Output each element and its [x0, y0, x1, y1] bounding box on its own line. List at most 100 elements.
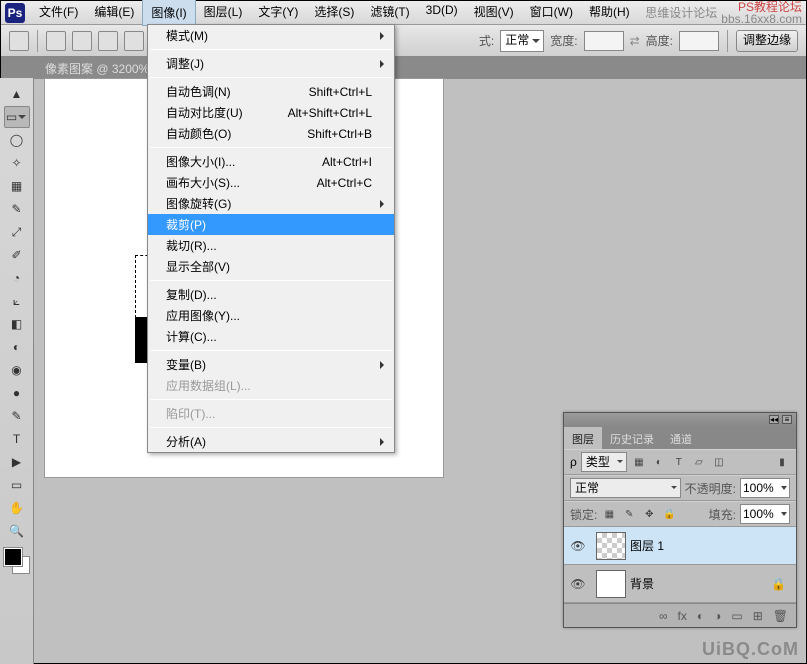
panel-menu-icon[interactable]: ≡ [782, 415, 792, 424]
menu-滤镜[interactable]: 滤镜(T) [362, 0, 417, 26]
menu-3D[interactable]: 3D(D) [418, 0, 466, 26]
panel-foot-button[interactable]: ◑ [714, 609, 721, 623]
tool-8[interactable]: ◔ [4, 267, 30, 289]
menu-选择[interactable]: 选择(S) [306, 0, 362, 26]
fill-input[interactable]: 100% [740, 504, 790, 524]
menu-item[interactable]: 图像大小(I)...Alt+Ctrl+I [148, 151, 394, 172]
tool-12[interactable]: ◉ [4, 359, 30, 381]
style-select[interactable]: 正常 [500, 30, 544, 52]
image-menu-dropdown: 模式(M) 调整(J) 自动色调(N)Shift+Ctrl+L自动对比度(U)Alt… [147, 24, 395, 453]
menu-item: 应用数据组(L)... [148, 375, 394, 396]
tool-7[interactable]: ✐ [4, 244, 30, 266]
lock-trans-icon[interactable]: ▦ [601, 507, 617, 521]
tool-2[interactable]: ◯ [4, 129, 30, 151]
filter-smart-icon[interactable]: ◫ [711, 455, 727, 469]
layer-thumbnail[interactable] [596, 532, 626, 560]
menu-item[interactable]: 变量(B) [148, 354, 394, 375]
menu-item[interactable]: 画布大小(S)...Alt+Ctrl+C [148, 172, 394, 193]
add-selection-icon[interactable] [72, 31, 92, 51]
menu-编辑[interactable]: 编辑(E) [86, 0, 142, 26]
menu-item[interactable]: 调整(J) [148, 53, 394, 74]
menu-item[interactable]: 复制(D)... [148, 284, 394, 305]
menu-item[interactable]: 显示全部(V) [148, 256, 394, 277]
menu-item[interactable]: 计算(C)... [148, 326, 394, 347]
panel-foot-button[interactable]: 🗑 [773, 609, 788, 623]
filter-adjust-icon[interactable]: ◐ [651, 455, 667, 469]
layers-panel: ◂◂ ≡ 图层历史记录通道 ρ 类型 ▦ ◐ T ▱ ◫ ▮ 正常 不透明度: … [563, 412, 797, 628]
menu-item[interactable]: 自动色调(N)Shift+Ctrl+L [148, 81, 394, 102]
tool-13[interactable]: ● [4, 382, 30, 404]
lock-all-icon[interactable]: 🔒 [661, 507, 677, 521]
options-bar: 式: 正常 宽度: ⇄ 高度: 调整边缘 [1, 25, 806, 57]
menu-窗口[interactable]: 窗口(W) [522, 0, 581, 26]
filter-pixel-icon[interactable]: ▦ [631, 455, 647, 469]
subtract-selection-icon[interactable] [98, 31, 118, 51]
filter-shape-icon[interactable]: ▱ [691, 455, 707, 469]
tool-17[interactable]: ▭ [4, 474, 30, 496]
layer-filter-row: ρ 类型 ▦ ◐ T ▱ ◫ ▮ [564, 449, 796, 475]
tool-0[interactable]: ▲ [4, 83, 30, 105]
opacity-input[interactable]: 100% [740, 478, 790, 498]
layer-row[interactable]: 👁背景🔒 [564, 565, 796, 603]
menu-item[interactable]: 自动颜色(O)Shift+Ctrl+B [148, 123, 394, 144]
filter-kind-select[interactable]: 类型 [581, 452, 627, 472]
tool-4[interactable]: ▦ [4, 175, 30, 197]
tool-5[interactable]: ✎ [4, 198, 30, 220]
panel-header: ◂◂ ≡ [564, 413, 796, 427]
layer-name: 图层 1 [630, 537, 664, 554]
tool-1[interactable]: ▭ [4, 106, 30, 128]
panel-foot-button[interactable]: ◐ [697, 609, 704, 623]
tool-6[interactable]: ⤢ [4, 221, 30, 243]
menu-图层[interactable]: 图层(L) [196, 0, 251, 26]
document-tab[interactable]: 像素图案 @ 3200% [45, 60, 149, 77]
layer-thumbnail[interactable] [596, 570, 626, 598]
menu-item[interactable]: 模式(M) [148, 25, 394, 46]
panel-foot-button[interactable]: fx [678, 609, 687, 623]
menu-文件[interactable]: 文件(F) [31, 0, 86, 26]
panel-collapse-icon[interactable]: ◂◂ [769, 415, 779, 424]
menu-图像[interactable]: 图像(I) [142, 0, 195, 26]
marquee-preset-icon[interactable] [9, 31, 29, 51]
menu-视图[interactable]: 视图(V) [466, 0, 522, 26]
menu-item[interactable]: 自动对比度(U)Alt+Shift+Ctrl+L [148, 102, 394, 123]
panel-tab[interactable]: 图层 [564, 427, 602, 449]
tool-10[interactable]: ◧ [4, 313, 30, 335]
layer-name: 背景 [630, 575, 654, 592]
visibility-icon[interactable]: 👁 [564, 539, 592, 553]
tool-18[interactable]: ✋ [4, 497, 30, 519]
menu-item[interactable]: 图像旋转(G) [148, 193, 394, 214]
menu-item[interactable]: 应用图像(Y)... [148, 305, 394, 326]
width-input[interactable] [584, 31, 624, 51]
tool-19[interactable]: 🔍 [4, 520, 30, 542]
menu-item[interactable]: 裁剪(P) [148, 214, 394, 235]
menu-item[interactable]: 分析(A) [148, 431, 394, 452]
filter-toggle[interactable]: ▮ [774, 455, 790, 469]
color-swatch[interactable] [4, 548, 30, 574]
tool-3[interactable]: ✧ [4, 152, 30, 174]
intersect-selection-icon[interactable] [124, 31, 144, 51]
tool-14[interactable]: ✎ [4, 405, 30, 427]
tool-9[interactable]: ⟀ [4, 290, 30, 312]
height-input[interactable] [679, 31, 719, 51]
menu-帮助[interactable]: 帮助(H) [581, 0, 638, 26]
tool-11[interactable]: ◐ [4, 336, 30, 358]
tool-16[interactable]: ▶ [4, 451, 30, 473]
new-selection-icon[interactable] [46, 31, 66, 51]
blend-row: 正常 不透明度: 100% [564, 475, 796, 501]
layer-row[interactable]: 👁 图层 1 [564, 527, 796, 565]
lock-move-icon[interactable]: ✥ [641, 507, 657, 521]
filter-text-icon[interactable]: T [671, 455, 687, 469]
refine-edge-button[interactable]: 调整边缘 [736, 30, 798, 52]
visibility-icon[interactable]: 👁 [564, 577, 592, 591]
menu-文字[interactable]: 文字(Y) [250, 0, 306, 26]
blend-mode-select[interactable]: 正常 [570, 478, 681, 498]
toolbox: ▲▭◯✧▦✎⤢✐◔⟀◧◐◉●✎T▶▭✋🔍 [0, 78, 34, 664]
panel-foot-button[interactable]: ∞ [659, 609, 668, 623]
panel-foot-button[interactable]: ⊞ [753, 609, 763, 623]
tool-15[interactable]: T [4, 428, 30, 450]
lock-paint-icon[interactable]: ✎ [621, 507, 637, 521]
panel-foot-button[interactable]: ▭ [731, 609, 742, 623]
menu-item[interactable]: 裁切(R)... [148, 235, 394, 256]
panel-tab[interactable]: 通道 [662, 427, 700, 449]
panel-tab[interactable]: 历史记录 [602, 427, 662, 449]
